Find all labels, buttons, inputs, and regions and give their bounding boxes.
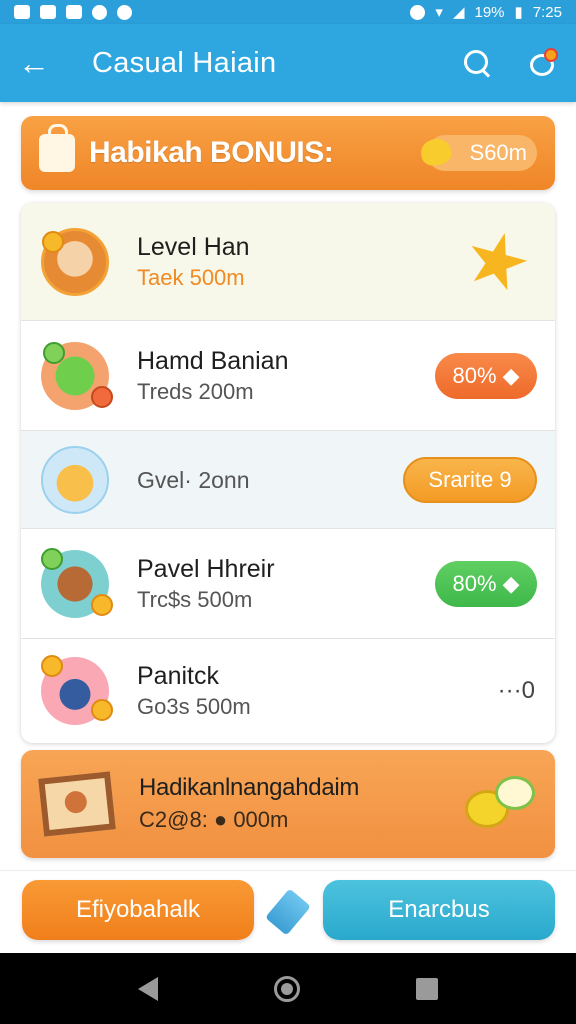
nav-back-icon[interactable]	[138, 976, 158, 1001]
chat-notification-icon[interactable]	[528, 48, 558, 78]
coin-icon	[91, 385, 113, 408]
item-subtitle: Treds 200m	[137, 378, 254, 404]
frog-avatar-icon	[41, 341, 113, 410]
picture-frame-icon	[38, 771, 116, 837]
search-icon[interactable]	[462, 48, 492, 78]
chat-bubbles-icon[interactable]	[465, 776, 535, 832]
bonus-amount: S60m	[469, 140, 527, 165]
progress-button[interactable]: 80% ◆	[435, 560, 537, 607]
task-list: Level Han Taek 500m Hamd Banian Treds 20…	[21, 203, 555, 743]
system-nav-bar	[0, 953, 576, 1024]
reward-title: Hadikanlnangahdaim	[139, 774, 360, 801]
status-bar: ▾ ◢ 19% ▮ 7:25	[0, 0, 576, 24]
more-indicator[interactable]: ···0	[498, 677, 535, 705]
coin-icon	[41, 655, 63, 677]
item-title: Level Han	[137, 232, 250, 261]
location-icon	[117, 4, 132, 20]
notification-icons	[14, 4, 132, 20]
shopping-bag-icon	[39, 124, 75, 172]
bonus-amount-pill[interactable]: S60m	[418, 135, 537, 171]
bonus-banner[interactable]: Habikah BONUIS: S60m	[21, 116, 555, 190]
bonus-title: Habikah BONUIS:	[89, 136, 334, 169]
bottom-actions: Efiyobahalk Enarcbus	[0, 870, 576, 953]
star-icon[interactable]	[460, 225, 533, 298]
mail-icon	[66, 5, 82, 19]
coin-icon	[91, 593, 113, 616]
progress-label: 80%	[452, 362, 497, 388]
wifi-icon: ▾	[435, 4, 443, 21]
list-item[interactable]: Pavel Hhreir Trc$s 500m 80% ◆	[21, 529, 555, 639]
pencil-icon[interactable]	[265, 888, 311, 936]
cat-avatar-icon	[41, 445, 109, 514]
coin-icon	[42, 230, 64, 253]
start-button[interactable]: Srarite 9	[403, 456, 537, 503]
signal-icon: ◢	[452, 4, 465, 21]
battery-icon: ▮	[514, 4, 523, 21]
boy-avatar-icon	[41, 227, 109, 296]
app-bar: ← Casual Haiain	[0, 24, 576, 102]
battery-text: 19%	[474, 3, 505, 21]
back-arrow-icon[interactable]: ←	[18, 47, 62, 79]
left-action-button[interactable]: Efiyobahalk	[22, 880, 254, 940]
diamond-icon: ◆	[502, 362, 520, 388]
diamond-icon: ◆	[502, 570, 520, 596]
list-item[interactable]: Level Han Taek 500m	[21, 203, 555, 321]
item-title: Hamd Banian	[137, 346, 289, 375]
item-subtitle: Taek 500m	[137, 264, 245, 290]
gallery-icon	[14, 5, 30, 19]
system-icons: ▾ ◢ 19% ▮ 7:25	[410, 3, 562, 21]
coin-icon	[91, 699, 113, 721]
item-title: Pavel Hhreir	[137, 554, 275, 583]
item-subtitle: Go3s 500m	[137, 694, 251, 719]
suitcase-avatar-icon	[41, 547, 113, 618]
person-avatar-icon	[41, 655, 113, 725]
camera-icon	[92, 4, 107, 20]
item-title: Panitck	[137, 662, 219, 690]
alarm-icon	[410, 4, 426, 20]
nav-home-icon[interactable]	[274, 975, 300, 1002]
list-item[interactable]: Hamd Banian Treds 200m 80% ◆	[21, 321, 555, 431]
page-title: Casual Haiain	[92, 46, 277, 79]
list-item[interactable]: Gvel· 2onn Srarite 9	[21, 431, 555, 529]
coin-icon	[41, 547, 63, 570]
coin-icon	[43, 341, 65, 364]
nav-recents-icon[interactable]	[416, 977, 438, 1000]
clock: 7:25	[532, 3, 562, 21]
reward-banner[interactable]: Hadikanlnangahdaim C2@8: ● 000m	[21, 750, 555, 858]
item-subtitle: Gvel· 2onn	[137, 466, 250, 493]
progress-button[interactable]: 80% ◆	[435, 352, 537, 399]
item-subtitle: Trc$s 500m	[137, 586, 253, 612]
calendar-icon	[40, 5, 56, 19]
right-action-button[interactable]: Enarcbus	[323, 880, 555, 940]
list-item[interactable]: Panitck Go3s 500m ···0	[21, 639, 555, 743]
progress-label: 80%	[452, 570, 497, 596]
reward-subtitle: C2@8: ● 000m	[139, 807, 289, 832]
